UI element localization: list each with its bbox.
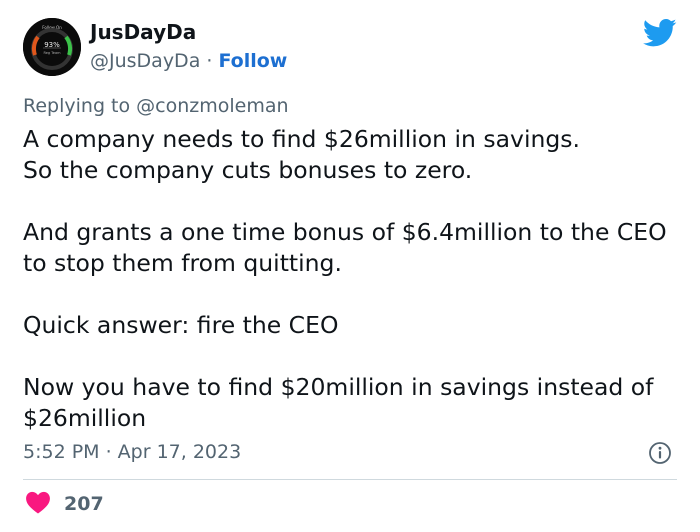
tweet-text: A company needs to find $26million in sa… (23, 124, 683, 434)
replying-to: Replying to @conzmoleman (23, 95, 289, 117)
author-display-name[interactable]: JusDayDa (90, 20, 196, 44)
svg-text:93%: 93% (44, 41, 60, 49)
handle-separator: · (200, 50, 219, 72)
tweet-paragraph: Quick answer: fire the CEO (23, 311, 339, 339)
likes-count[interactable]: 207 (64, 493, 104, 515)
tweet-timestamp[interactable]: 5:52 PM · Apr 17, 2023 (23, 441, 241, 463)
svg-text:Reg Team: Reg Team (43, 51, 61, 55)
follow-button[interactable]: Follow (218, 50, 287, 72)
heart-icon[interactable] (25, 490, 51, 514)
tweet-paragraph: And grants a one time bonus of $6.4milli… (23, 218, 667, 277)
author-handle[interactable]: @JusDayDa (90, 50, 200, 72)
author-handle-row: @JusDayDa · Follow (90, 50, 287, 72)
twitter-bird-icon[interactable] (643, 18, 677, 48)
avatar[interactable]: Follow On 93% Reg Team (23, 18, 81, 76)
tweet-card: Follow On 93% Reg Team JusDayDa @JusDayD… (0, 0, 700, 532)
tweet-paragraph: A company needs to find $26million in sa… (23, 125, 581, 184)
avatar-gauge-image: Follow On 93% Reg Team (23, 18, 81, 76)
info-icon[interactable] (648, 441, 672, 465)
tweet-paragraph: Now you have to find $20million in savin… (23, 373, 654, 432)
divider (23, 479, 677, 480)
replying-to-prefix: Replying to (23, 95, 137, 117)
reply-mention-link[interactable]: @conzmoleman (136, 95, 288, 117)
